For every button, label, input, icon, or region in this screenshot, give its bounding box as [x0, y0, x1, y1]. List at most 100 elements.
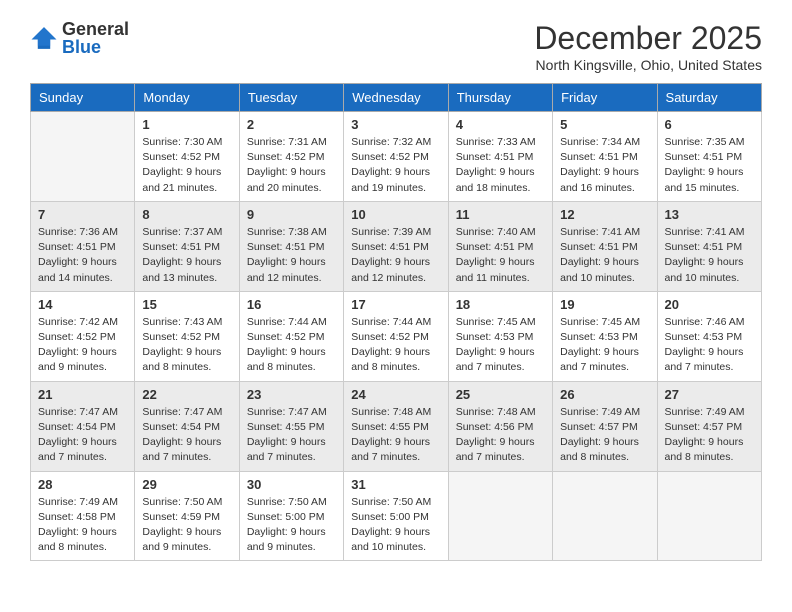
day-number: 31 — [351, 477, 440, 492]
calendar-cell: 28 Sunrise: 7:49 AMSunset: 4:58 PMDayligh… — [31, 471, 135, 561]
title-block: December 2025 North Kingsville, Ohio, Un… — [534, 20, 762, 73]
calendar-header-row: SundayMondayTuesdayWednesdayThursdayFrid… — [31, 84, 762, 112]
day-number: 8 — [142, 207, 231, 222]
calendar-cell: 16Sunrise: 7:44 AMSunset: 4:52 PMDayligh… — [239, 291, 343, 381]
col-header-wednesday: Wednesday — [344, 84, 448, 112]
day-number: 6 — [665, 117, 754, 132]
day-number: 10 — [351, 207, 440, 222]
day-info: Sunrise: 7:35 AMSunset: 4:51 PMDaylight:… — [665, 135, 754, 196]
calendar-cell: 7Sunrise: 7:36 AMSunset: 4:51 PMDaylight… — [31, 201, 135, 291]
logo-icon — [30, 24, 58, 52]
day-info: Sunrise: 7:45 AMSunset: 4:53 PMDaylight:… — [560, 315, 649, 376]
calendar-cell: 8 Sunrise: 7:37 AMSunset: 4:51 PMDaylight… — [135, 201, 239, 291]
calendar-cell: 2 Sunrise: 7:31 AMSunset: 4:52 PMDaylight… — [239, 112, 343, 202]
day-number: 24 — [351, 387, 440, 402]
day-number: 18 — [456, 297, 545, 312]
day-number: 2 — [247, 117, 336, 132]
day-info: Sunrise: 7:34 AMSunset: 4:51 PMDaylight:… — [560, 135, 649, 196]
calendar-cell: 12 Sunrise: 7:41 AMSunset: 4:51 PMDayligh… — [553, 201, 657, 291]
day-number: 14 — [38, 297, 127, 312]
day-info: Sunrise: 7:49 AMSunset: 4:57 PMDaylight:… — [560, 405, 649, 466]
day-number: 28 — [38, 477, 127, 492]
calendar-cell: 24 Sunrise: 7:48 AMSunset: 4:55 PMDayligh… — [344, 381, 448, 471]
calendar-cell: 4Sunrise: 7:33 AMSunset: 4:51 PMDaylight… — [448, 112, 552, 202]
day-number: 5 — [560, 117, 649, 132]
calendar-cell: 14 Sunrise: 7:42 AMSunset: 4:52 PMDayligh… — [31, 291, 135, 381]
calendar-cell: 13 Sunrise: 7:41 AMSunset: 4:51 PMDayligh… — [657, 201, 761, 291]
calendar-cell: 20 Sunrise: 7:46 AMSunset: 4:53 PMDayligh… — [657, 291, 761, 381]
day-info: Sunrise: 7:44 AMSunset: 4:52 PMDaylight:… — [247, 315, 336, 376]
day-info: Sunrise: 7:47 AMSunset: 4:54 PMDaylight:… — [142, 405, 231, 466]
page-header: General Blue December 2025 North Kingsvi… — [30, 20, 762, 73]
day-info: Sunrise: 7:43 AMSunset: 4:52 PMDaylight:… — [142, 315, 231, 376]
calendar-cell — [553, 471, 657, 561]
calendar-cell: 3 Sunrise: 7:32 AMSunset: 4:52 PMDaylight… — [344, 112, 448, 202]
day-info: Sunrise: 7:47 AMSunset: 4:54 PMDaylight:… — [38, 405, 127, 466]
calendar-cell: 9Sunrise: 7:38 AMSunset: 4:51 PMDaylight… — [239, 201, 343, 291]
calendar-cell: 26 Sunrise: 7:49 AMSunset: 4:57 PMDayligh… — [553, 381, 657, 471]
day-info: Sunrise: 7:49 AMSunset: 4:57 PMDaylight:… — [665, 405, 754, 466]
day-info: Sunrise: 7:41 AMSunset: 4:51 PMDaylight:… — [665, 225, 754, 286]
logo: General Blue — [30, 20, 129, 56]
col-header-friday: Friday — [553, 84, 657, 112]
day-info: Sunrise: 7:36 AMSunset: 4:51 PMDaylight:… — [38, 225, 127, 286]
calendar-week-4: 21 Sunrise: 7:47 AMSunset: 4:54 PMDayligh… — [31, 381, 762, 471]
calendar-cell: 15Sunrise: 7:43 AMSunset: 4:52 PMDayligh… — [135, 291, 239, 381]
location: North Kingsville, Ohio, United States — [534, 57, 762, 73]
day-number: 20 — [665, 297, 754, 312]
day-number: 27 — [665, 387, 754, 402]
day-number: 19 — [560, 297, 649, 312]
calendar-cell: 27 Sunrise: 7:49 AMSunset: 4:57 PMDayligh… — [657, 381, 761, 471]
day-number: 22 — [142, 387, 231, 402]
day-number: 1 — [142, 117, 231, 132]
calendar-cell: 31 Sunrise: 7:50 AMSunset: 5:00 PMDayligh… — [344, 471, 448, 561]
day-info: Sunrise: 7:46 AMSunset: 4:53 PMDaylight:… — [665, 315, 754, 376]
day-number: 13 — [665, 207, 754, 222]
day-info: Sunrise: 7:42 AMSunset: 4:52 PMDaylight:… — [38, 315, 127, 376]
day-info: Sunrise: 7:44 AMSunset: 4:52 PMDaylight:… — [351, 315, 440, 376]
day-number: 21 — [38, 387, 127, 402]
day-info: Sunrise: 7:32 AMSunset: 4:52 PMDaylight:… — [351, 135, 440, 196]
day-number: 9 — [247, 207, 336, 222]
day-number: 3 — [351, 117, 440, 132]
day-info: Sunrise: 7:50 AMSunset: 5:00 PMDaylight:… — [351, 495, 440, 556]
day-number: 29 — [142, 477, 231, 492]
calendar-cell: 1 Sunrise: 7:30 AMSunset: 4:52 PMDaylight… — [135, 112, 239, 202]
day-number: 23 — [247, 387, 336, 402]
col-header-thursday: Thursday — [448, 84, 552, 112]
logo-text: General Blue — [62, 20, 129, 56]
day-number: 12 — [560, 207, 649, 222]
calendar-week-3: 14 Sunrise: 7:42 AMSunset: 4:52 PMDayligh… — [31, 291, 762, 381]
calendar-cell: 18Sunrise: 7:45 AMSunset: 4:53 PMDayligh… — [448, 291, 552, 381]
calendar-cell: 5 Sunrise: 7:34 AMSunset: 4:51 PMDaylight… — [553, 112, 657, 202]
day-info: Sunrise: 7:41 AMSunset: 4:51 PMDaylight:… — [560, 225, 649, 286]
day-info: Sunrise: 7:30 AMSunset: 4:52 PMDaylight:… — [142, 135, 231, 196]
logo-general-text: General — [62, 20, 129, 38]
logo-blue-text: Blue — [62, 38, 129, 56]
day-info: Sunrise: 7:39 AMSunset: 4:51 PMDaylight:… — [351, 225, 440, 286]
calendar-week-1: 1 Sunrise: 7:30 AMSunset: 4:52 PMDaylight… — [31, 112, 762, 202]
day-number: 25 — [456, 387, 545, 402]
day-info: Sunrise: 7:40 AMSunset: 4:51 PMDaylight:… — [456, 225, 545, 286]
calendar-cell: 30Sunrise: 7:50 AMSunset: 5:00 PMDayligh… — [239, 471, 343, 561]
calendar-week-5: 28 Sunrise: 7:49 AMSunset: 4:58 PMDayligh… — [31, 471, 762, 561]
day-info: Sunrise: 7:48 AMSunset: 4:56 PMDaylight:… — [456, 405, 545, 466]
day-number: 26 — [560, 387, 649, 402]
day-info: Sunrise: 7:47 AMSunset: 4:55 PMDaylight:… — [247, 405, 336, 466]
day-info: Sunrise: 7:48 AMSunset: 4:55 PMDaylight:… — [351, 405, 440, 466]
calendar-cell: 22 Sunrise: 7:47 AMSunset: 4:54 PMDayligh… — [135, 381, 239, 471]
calendar-cell: 10 Sunrise: 7:39 AMSunset: 4:51 PMDayligh… — [344, 201, 448, 291]
day-info: Sunrise: 7:31 AMSunset: 4:52 PMDaylight:… — [247, 135, 336, 196]
day-info: Sunrise: 7:50 AMSunset: 4:59 PMDaylight:… — [142, 495, 231, 556]
calendar-cell: 19 Sunrise: 7:45 AMSunset: 4:53 PMDayligh… — [553, 291, 657, 381]
day-info: Sunrise: 7:49 AMSunset: 4:58 PMDaylight:… — [38, 495, 127, 556]
calendar-cell: 6 Sunrise: 7:35 AMSunset: 4:51 PMDaylight… — [657, 112, 761, 202]
calendar-cell — [657, 471, 761, 561]
calendar-week-2: 7Sunrise: 7:36 AMSunset: 4:51 PMDaylight… — [31, 201, 762, 291]
calendar-cell: 23 Sunrise: 7:47 AMSunset: 4:55 PMDayligh… — [239, 381, 343, 471]
calendar-cell: 11Sunrise: 7:40 AMSunset: 4:51 PMDayligh… — [448, 201, 552, 291]
calendar-cell — [31, 112, 135, 202]
day-info: Sunrise: 7:37 AMSunset: 4:51 PMDaylight:… — [142, 225, 231, 286]
calendar-cell: 25 Sunrise: 7:48 AMSunset: 4:56 PMDayligh… — [448, 381, 552, 471]
calendar-table: SundayMondayTuesdayWednesdayThursdayFrid… — [30, 83, 762, 561]
